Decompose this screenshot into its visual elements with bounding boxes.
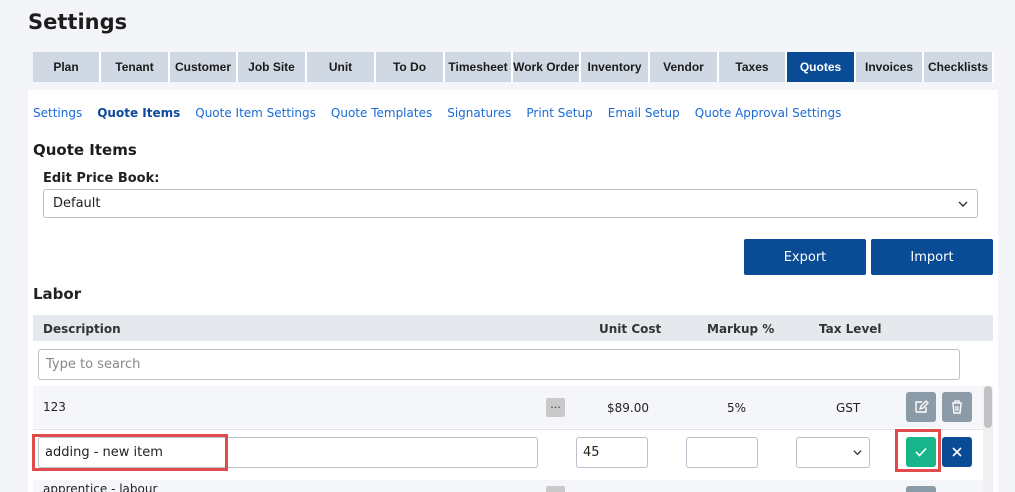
chevron-down-icon (958, 201, 968, 207)
new-item-unit-cost-input[interactable]: 45 (576, 437, 648, 468)
price-book-label: Edit Price Book: (43, 171, 160, 186)
new-item-markup-input[interactable] (686, 437, 758, 468)
delete-button[interactable] (942, 392, 972, 422)
tab-inventory[interactable]: Inventory (581, 52, 650, 82)
table-row: apprentice - labour (33, 480, 983, 492)
close-icon (952, 447, 962, 457)
row-unit-cost: $89.00 (607, 401, 649, 415)
more-options-button[interactable]: ... (546, 398, 565, 417)
tab-tenant[interactable]: Tenant (101, 52, 170, 82)
more-options-button[interactable] (546, 486, 565, 492)
settings-tabs: Plan Tenant Customer Job Site Unit To Do Times… (33, 52, 998, 82)
price-book-select[interactable]: Default (43, 189, 978, 218)
subnav-print-setup[interactable]: Print Setup (526, 106, 592, 120)
row-tax-level: GST (836, 401, 861, 415)
export-button[interactable]: Export (744, 239, 866, 275)
cancel-new-item-button[interactable] (942, 437, 972, 467)
content-panel: Settings Quote Items Quote Item Settings Qu… (28, 90, 998, 492)
edit-button[interactable] (906, 486, 936, 492)
table-row: 123 ... $89.00 5% GST (33, 386, 983, 428)
new-item-tax-select[interactable] (796, 437, 870, 468)
table-scrollbar[interactable] (983, 386, 993, 492)
tab-vendor[interactable]: Vendor (650, 52, 719, 82)
tab-quotes[interactable]: Quotes (787, 52, 856, 82)
quotes-subnav: Settings Quote Items Quote Item Settings Qu… (33, 106, 856, 120)
subnav-quote-items[interactable]: Quote Items (97, 106, 180, 120)
highlight-box (895, 429, 941, 472)
col-markup: Markup % (707, 322, 775, 336)
labor-section-title: Labor (33, 285, 82, 303)
subnav-quote-approval-settings[interactable]: Quote Approval Settings (695, 106, 842, 120)
import-button[interactable]: Import (871, 239, 993, 275)
page-title: Settings (28, 10, 128, 34)
section-title: Quote Items (33, 141, 137, 159)
trash-icon (952, 400, 962, 414)
subnav-settings[interactable]: Settings (33, 106, 82, 120)
col-unit-cost: Unit Cost (599, 322, 662, 336)
tab-unit[interactable]: Unit (307, 52, 376, 82)
labor-table-header: Description Unit Cost Markup % Tax Level (33, 315, 993, 341)
labor-search-input[interactable]: Type to search (38, 349, 960, 380)
tab-customer[interactable]: Customer (170, 52, 238, 82)
tab-plan[interactable]: Plan (33, 52, 101, 82)
tab-checklists[interactable]: Checklists (924, 52, 994, 82)
row-description: apprentice - labour (43, 482, 158, 492)
col-description: Description (43, 322, 121, 336)
subnav-signatures[interactable]: Signatures (447, 106, 511, 120)
tab-work-order[interactable]: Work Order (513, 52, 581, 82)
chevron-down-icon (853, 450, 862, 456)
tab-timesheet[interactable]: Timesheet (445, 52, 513, 82)
tab-to-do[interactable]: To Do (376, 52, 445, 82)
edit-icon (915, 400, 929, 413)
new-item-row: adding - new item 45 (32, 429, 983, 479)
subnav-quote-templates[interactable]: Quote Templates (331, 106, 432, 120)
tab-taxes[interactable]: Taxes (719, 52, 787, 82)
scrollbar-thumb[interactable] (984, 386, 992, 428)
highlight-box (32, 434, 228, 471)
price-book-value: Default (53, 196, 101, 211)
row-markup: 5% (727, 401, 747, 415)
edit-button[interactable] (906, 392, 936, 422)
row-description: 123 (43, 400, 66, 414)
subnav-quote-item-settings[interactable]: Quote Item Settings (195, 106, 316, 120)
subnav-email-setup[interactable]: Email Setup (608, 106, 680, 120)
col-tax-level: Tax Level (819, 322, 882, 336)
tab-invoices[interactable]: Invoices (856, 52, 924, 82)
tab-job-site[interactable]: Job Site (238, 52, 307, 82)
